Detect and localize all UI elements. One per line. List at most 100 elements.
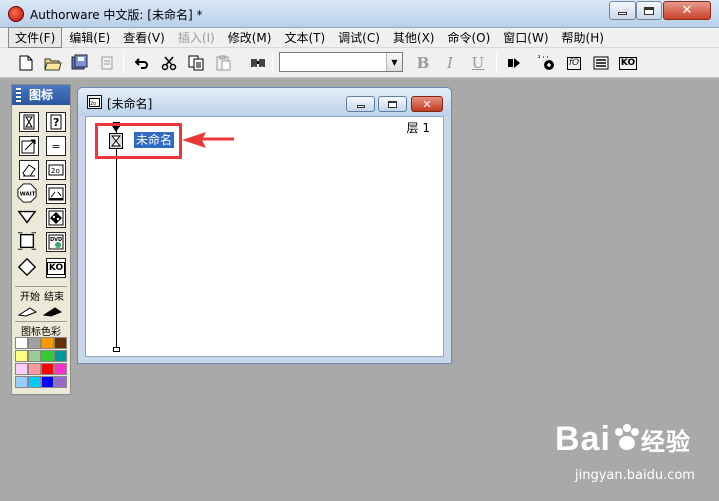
menu-text[interactable]: 文本(T) [278, 28, 331, 47]
menu-help[interactable]: 帮助(H) [556, 28, 610, 47]
menu-insert[interactable]: 插入(I) [172, 28, 221, 47]
knowledge-object-icon[interactable]: KO [46, 258, 66, 278]
color-swatch[interactable] [15, 376, 28, 388]
maximize-icon [388, 100, 397, 108]
start-flag-icon[interactable] [18, 301, 38, 321]
sound-diamond-icon[interactable] [17, 257, 37, 277]
svg-text:DVD: DVD [50, 237, 62, 243]
watermark-url: jingyan.baidu.com [575, 468, 695, 483]
toolbar-separator [272, 53, 273, 73]
open-folder-icon[interactable] [43, 53, 63, 73]
color-swatch[interactable] [41, 350, 54, 362]
authorware-app-icon[interactable] [8, 6, 24, 22]
ko-label: KO [618, 56, 638, 70]
menu-command[interactable]: 命令(O) [441, 28, 496, 47]
baidu-watermark: Bai 经验 jingyan.baidu.com [555, 420, 695, 483]
color-swatch[interactable] [15, 363, 28, 375]
palette-separator [15, 321, 67, 322]
end-flag-icon[interactable] [43, 301, 63, 321]
svg-text:2o: 2o [90, 101, 96, 107]
italic-button[interactable]: I [440, 53, 460, 73]
menu-file[interactable]: 文件(F) [8, 27, 63, 48]
menu-other[interactable]: 其他(X) [387, 28, 441, 47]
bold-button[interactable]: B [413, 53, 433, 73]
toolbar-separator [496, 53, 497, 73]
framework-icon[interactable] [17, 207, 37, 227]
copy-icon[interactable] [186, 53, 206, 73]
chevron-down-icon[interactable]: ▼ [386, 53, 402, 71]
color-swatch[interactable] [54, 376, 67, 388]
paste-icon[interactable] [213, 53, 233, 73]
menu-debug[interactable]: 调试(C) [332, 28, 386, 47]
watermark-brand: Bai 经验 [555, 420, 691, 458]
erase-icon[interactable] [19, 160, 39, 180]
close-icon: ✕ [422, 97, 432, 111]
display-icon[interactable] [19, 112, 39, 132]
menu-window[interactable]: 窗口(W) [497, 28, 554, 47]
title-bar[interactable]: Authorware 中文版: [未命名] * ✕ [0, 0, 719, 28]
close-button[interactable]: ✕ [663, 1, 711, 20]
close-icon: ✕ [681, 3, 693, 18]
icon-colors-label: 图标色彩 [21, 327, 61, 338]
grip-handle-icon[interactable] [16, 88, 21, 102]
decision-icon[interactable] [46, 208, 66, 228]
save-all-icon[interactable] [70, 53, 90, 73]
doc-close-button[interactable]: ✕ [411, 96, 443, 112]
run-icon[interactable] [504, 53, 524, 73]
underline-button[interactable]: U [468, 53, 488, 73]
svg-text:2o: 2o [51, 167, 60, 175]
menu-view[interactable]: 查看(V) [117, 28, 171, 47]
minimize-button[interactable] [609, 1, 636, 20]
doc-minimize-button[interactable] [346, 96, 375, 112]
control-panel-icon[interactable] [537, 53, 557, 73]
highlight-box [95, 123, 182, 159]
knowledge-objects-icon[interactable]: KO [618, 53, 638, 73]
flowline-window-icon[interactable]: 2o [87, 95, 102, 109]
color-swatch[interactable] [41, 376, 54, 388]
color-swatch[interactable] [28, 337, 41, 349]
cut-icon[interactable] [159, 53, 179, 73]
minimize-icon [618, 12, 627, 15]
maximize-icon [644, 6, 654, 15]
svg-text:?: ? [53, 116, 59, 129]
color-swatch[interactable] [28, 376, 41, 388]
wait-icon[interactable]: WAIT [17, 183, 37, 203]
color-swatch[interactable] [54, 350, 67, 362]
undo-icon[interactable] [132, 53, 152, 73]
paw-logo-icon [614, 424, 639, 450]
navigate-icon[interactable] [46, 184, 66, 204]
calculation-icon[interactable]: = [46, 136, 66, 156]
color-swatch[interactable] [15, 350, 28, 362]
font-select[interactable]: ▼ [279, 52, 403, 72]
functions-icon[interactable]: fO [564, 53, 584, 73]
svg-text:WAIT: WAIT [20, 192, 36, 198]
color-swatch[interactable] [15, 337, 28, 349]
color-swatch[interactable] [54, 363, 67, 375]
doc-maximize-button[interactable] [378, 96, 407, 112]
menu-edit[interactable]: 编辑(E) [63, 28, 116, 47]
toolbar-separator [123, 53, 124, 73]
map-palette-icon[interactable]: 2o [46, 160, 66, 180]
red-arrow-icon [182, 132, 234, 148]
interaction-help-icon[interactable]: ? [46, 112, 66, 132]
interaction-icon[interactable] [17, 231, 37, 251]
color-swatch[interactable] [28, 363, 41, 375]
functions-label: fO [566, 56, 582, 70]
color-swatch[interactable] [28, 350, 41, 362]
digital-movie-icon[interactable]: DVD [46, 232, 66, 252]
palette-title-bar[interactable]: 图标 [12, 85, 70, 105]
maximize-button[interactable] [636, 1, 662, 20]
color-swatch[interactable] [54, 337, 67, 349]
motion-icon[interactable] [19, 136, 39, 156]
new-file-icon[interactable] [16, 53, 36, 73]
find-icon[interactable] [248, 53, 268, 73]
flowline-window-title-bar[interactable]: 2o [未命名] ✕ [78, 88, 451, 116]
palette-separator [15, 286, 67, 287]
color-swatch[interactable] [41, 337, 54, 349]
menu-modify[interactable]: 修改(M) [222, 28, 278, 47]
variables-icon[interactable] [591, 53, 611, 73]
layer-label: 层 1 [406, 121, 430, 135]
color-swatch[interactable] [41, 363, 54, 375]
flowline-end-marker [113, 347, 120, 352]
import-icon[interactable] [97, 53, 117, 73]
